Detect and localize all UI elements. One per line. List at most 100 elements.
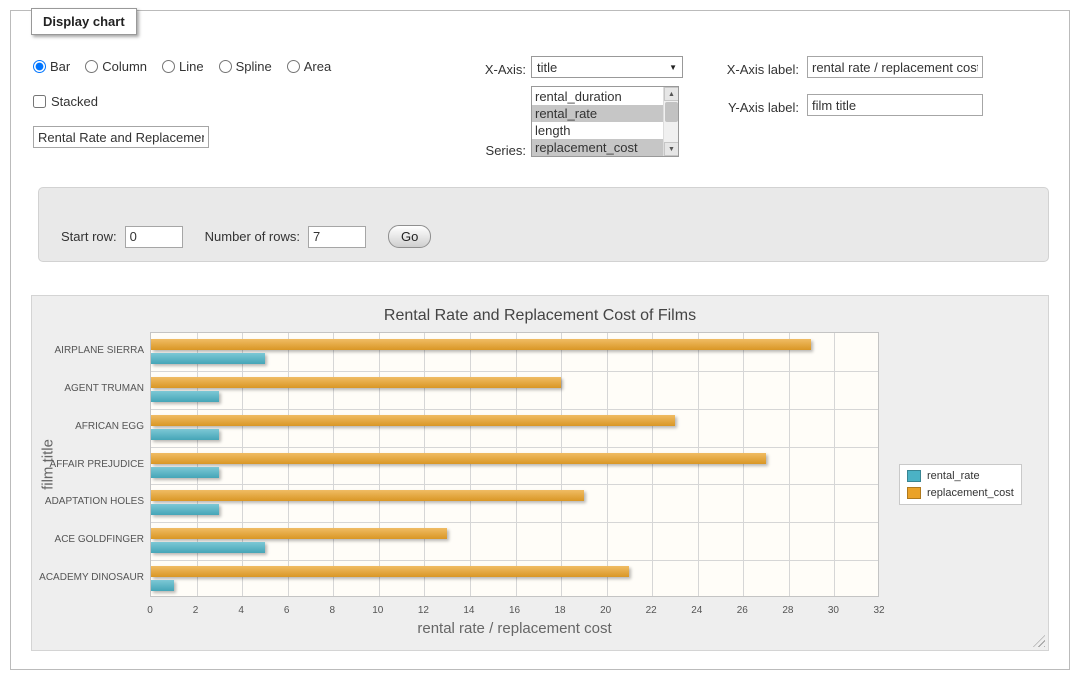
bar-replacement_cost (151, 490, 584, 501)
gridline-vertical (288, 333, 289, 596)
x-axis-select-label: X-Axis: (411, 62, 526, 77)
chart-type-radio-spline[interactable] (219, 60, 232, 73)
bar-rental_rate (151, 353, 265, 364)
x-tick-label: 10 (372, 605, 383, 616)
scroll-up-arrow-icon[interactable]: ▲ (664, 87, 679, 101)
chart-title: Rental Rate and Replacement Cost of Film… (32, 307, 1048, 325)
legend-swatch-replacement_cost (907, 487, 921, 499)
gridline-horizontal (151, 560, 878, 561)
category-label: AIRPLANE SIERRA (32, 345, 144, 356)
scroll-down-arrow-icon[interactable]: ▼ (664, 142, 679, 156)
x-tick-label: 32 (873, 605, 884, 616)
x-tick-label: 22 (646, 605, 657, 616)
gridline-vertical (607, 333, 608, 596)
chart-type-label-column: Column (102, 59, 147, 74)
legend-label: replacement_cost (927, 487, 1014, 499)
x-tick-label: 30 (828, 605, 839, 616)
gridline-vertical (561, 333, 562, 596)
gridline-vertical (242, 333, 243, 596)
series-multiselect[interactable]: rental_durationrental_ratelengthreplacem… (531, 86, 679, 157)
gridline-vertical (470, 333, 471, 596)
chart-type-bar[interactable]: Bar (33, 59, 70, 74)
legend-item-replacement_cost: replacement_cost (907, 487, 1014, 499)
x-tick-label: 14 (463, 605, 474, 616)
x-axis-title: rental rate / replacement cost (150, 620, 879, 637)
series-option-length[interactable]: length (532, 122, 663, 139)
gridline-vertical (333, 333, 334, 596)
x-tick-label: 0 (147, 605, 153, 616)
x-tick-label: 8 (329, 605, 335, 616)
bar-rental_rate (151, 429, 219, 440)
chart-type-label-spline: Spline (236, 59, 272, 74)
chart-title-input[interactable] (33, 126, 209, 148)
chart-type-area[interactable]: Area (287, 59, 331, 74)
gridline-vertical (516, 333, 517, 596)
x-tick-label: 4 (238, 605, 244, 616)
bar-rental_rate (151, 467, 219, 478)
x-tick-label: 20 (600, 605, 611, 616)
gridline-horizontal (151, 447, 878, 448)
x-tick-label: 2 (193, 605, 199, 616)
bar-rental_rate (151, 391, 219, 402)
bar-replacement_cost (151, 528, 447, 539)
fieldset-legend: Display chart (31, 8, 137, 35)
go-button[interactable]: Go (388, 225, 431, 248)
y-axis-label-field-label: Y-Axis label: (609, 100, 799, 115)
display-chart-fieldset: Display chart Bar Column Line Spline Area St… (10, 10, 1070, 670)
bar-replacement_cost (151, 339, 811, 350)
x-tick-label: 26 (737, 605, 748, 616)
series-scrollbar[interactable]: ▲ ▼ (663, 87, 678, 156)
chart-type-column[interactable]: Column (85, 59, 147, 74)
chart-type-spline[interactable]: Spline (219, 59, 272, 74)
category-label: ADAPTATION HOLES (32, 496, 144, 507)
stacked-checkbox[interactable] (33, 95, 46, 108)
chart-type-label-line: Line (179, 59, 204, 74)
gridline-horizontal (151, 371, 878, 372)
category-label: ACADEMY DINOSAUR (32, 572, 144, 583)
resize-handle-icon[interactable] (1033, 635, 1045, 647)
bar-replacement_cost (151, 566, 629, 577)
bar-rental_rate (151, 504, 219, 515)
gridline-vertical (698, 333, 699, 596)
x-tick-label: 12 (418, 605, 429, 616)
gridline-vertical (834, 333, 835, 596)
series-option-replacement_cost[interactable]: replacement_cost (532, 139, 663, 156)
legend-item-rental_rate: rental_rate (907, 470, 1014, 482)
num-rows-label: Number of rows: (205, 229, 300, 244)
rows-panel: Start row: Number of rows: Go (38, 187, 1049, 262)
chart-type-label-area: Area (304, 59, 331, 74)
chart-type-radio-column[interactable] (85, 60, 98, 73)
num-rows-input[interactable] (308, 226, 366, 248)
chart-type-radio-line[interactable] (162, 60, 175, 73)
bar-rental_rate (151, 542, 265, 553)
category-label: AGENT TRUMAN (32, 383, 144, 394)
chart-container: Rental Rate and Replacement Cost of Film… (31, 295, 1049, 651)
gridline-vertical (424, 333, 425, 596)
start-row-input[interactable] (125, 226, 183, 248)
stacked-checkbox-row[interactable]: Stacked (33, 94, 98, 109)
gridline-vertical (197, 333, 198, 596)
x-tick-label: 6 (284, 605, 290, 616)
chart-type-line[interactable]: Line (162, 59, 204, 74)
chart-legend: rental_rate replacement_cost (899, 464, 1022, 505)
category-label: AFRICAN EGG (32, 421, 144, 432)
bar-rental_rate (151, 580, 174, 591)
x-axis-label-input[interactable] (807, 56, 983, 78)
x-tick-label: 24 (691, 605, 702, 616)
category-label: AFFAIR PREJUDICE (32, 459, 144, 470)
chart-type-label-bar: Bar (50, 59, 70, 74)
gridline-vertical (652, 333, 653, 596)
bar-replacement_cost (151, 453, 766, 464)
stacked-label: Stacked (51, 94, 98, 109)
x-tick-label: 18 (555, 605, 566, 616)
display-chart-page: Display chart Bar Column Line Spline Area St… (0, 0, 1081, 681)
gridline-horizontal (151, 522, 878, 523)
y-axis-label-input[interactable] (807, 94, 983, 116)
chart-type-radio-area[interactable] (287, 60, 300, 73)
series-options: rental_durationrental_ratelengthreplacem… (532, 87, 663, 156)
gridline-vertical (743, 333, 744, 596)
gridline-horizontal (151, 409, 878, 410)
chart-type-radio-bar[interactable] (33, 60, 46, 73)
series-select-label: Series: (411, 143, 526, 158)
bar-replacement_cost (151, 415, 675, 426)
